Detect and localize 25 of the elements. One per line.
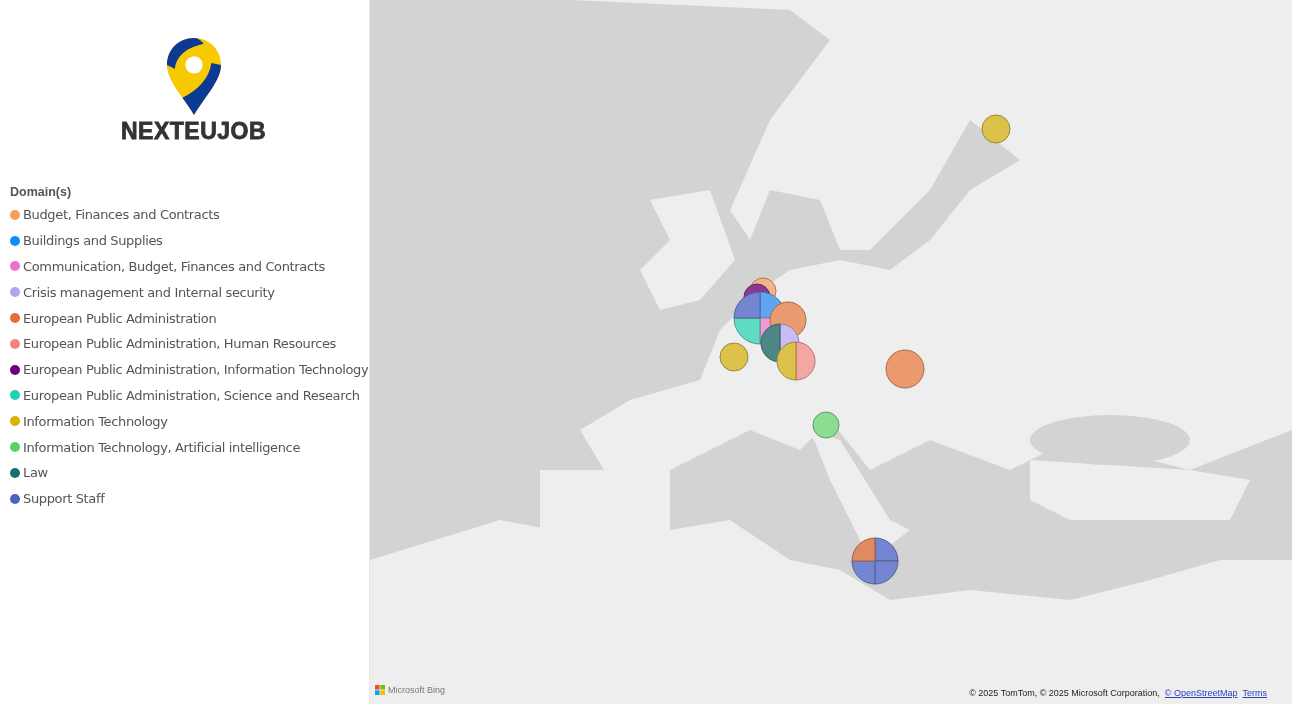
attribution-link[interactable]: © OpenStreetMap <box>1164 688 1238 698</box>
attribution-link[interactable]: Terms <box>1242 688 1267 698</box>
pie-marker[interactable] <box>719 342 749 372</box>
brand-name: NEXTEUJOB <box>120 118 267 145</box>
legend-title: Domain(s) <box>10 185 73 199</box>
pie-marker[interactable] <box>981 114 1011 144</box>
map-provider-label: Microsoft Bing <box>388 685 446 695</box>
legend-label[interactable]: European Public Administration, Human Resources <box>23 336 336 352</box>
pie-marker[interactable] <box>885 349 925 389</box>
legend-label[interactable]: European Public Administration, Science and Research <box>23 387 360 403</box>
attribution-text: © 2025 TomTom, © 2025 Microsoft Corporation, <box>969 688 1160 698</box>
legend-label[interactable]: Support Staff <box>23 491 105 507</box>
legend-label[interactable]: European Public Administration, Information Technology <box>23 362 369 378</box>
four-squares-logo-icon <box>375 685 385 695</box>
legend-label[interactable]: European Public Administration <box>23 310 217 326</box>
legend-label[interactable]: Information Technology, Artificial intelligence <box>23 439 301 455</box>
legend-label[interactable]: Law <box>23 465 48 481</box>
legend-label[interactable]: Communication, Budget, Finances and Contracts <box>23 259 325 274</box>
legend-label[interactable]: Crisis management and Internal security <box>23 284 275 300</box>
pie-marker[interactable] <box>812 411 840 439</box>
pie-marker[interactable] <box>776 341 816 381</box>
legend-label[interactable]: Buildings and Supplies <box>23 233 163 249</box>
pie-marker[interactable] <box>851 537 899 585</box>
legend-label[interactable]: Information Technology <box>23 413 168 429</box>
legend-label[interactable]: Budget, Finances and Contracts <box>23 207 220 223</box>
